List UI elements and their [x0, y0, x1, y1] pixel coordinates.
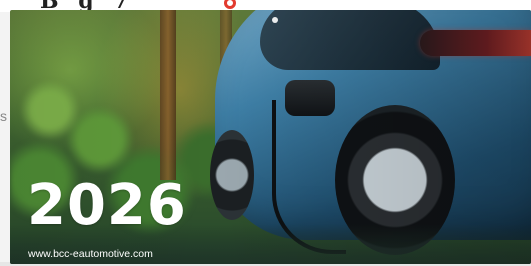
calendar-cover-image[interactable]: 2026 www.bcc-eautomotive.com	[10, 10, 531, 264]
cover-year: 2026	[27, 173, 187, 238]
cover-website: www.bcc-eautomotive.com	[28, 248, 153, 260]
dot-indicator-icon[interactable]	[272, 17, 278, 23]
screen: B g 7 s 2026 www.bcc-eautomotive.com	[0, 0, 531, 266]
red-ring-icon	[224, 0, 236, 9]
background-side-letter: s	[0, 108, 7, 124]
